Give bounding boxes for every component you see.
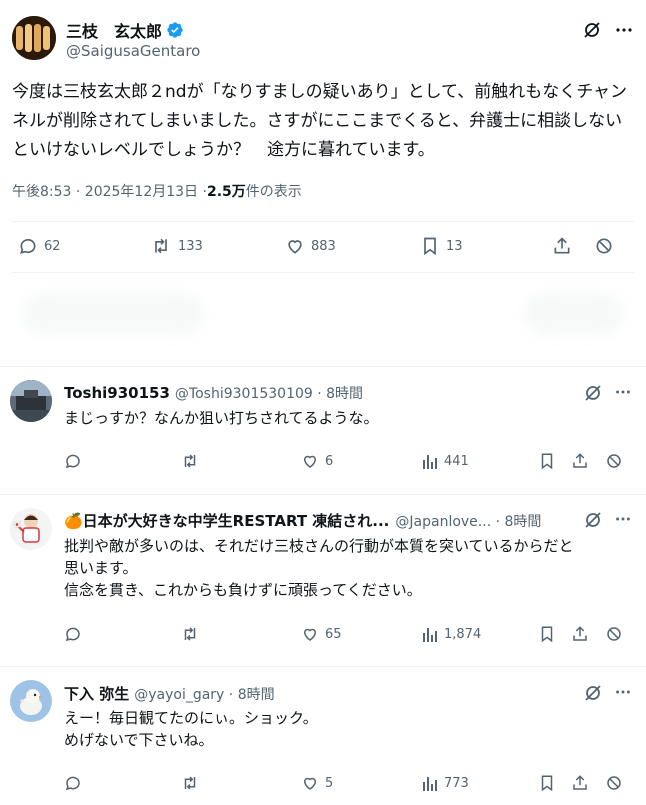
reply-author-handle[interactable]: @Japanlove... · 8時間: [395, 511, 541, 531]
views-button[interactable]: 441: [422, 452, 469, 470]
reply-text-line: めげないで下さいね。: [64, 731, 214, 749]
like-icon: [301, 625, 319, 643]
reply-text-line: 批判や敵が多いのは、それだけ三枝さんの行動が本質を突いているからだと: [64, 537, 574, 555]
reply-avatar[interactable]: [10, 380, 52, 422]
retweet-icon[interactable]: [180, 774, 200, 792]
tweet-timestamp[interactable]: 午後8:53 · 2025年12月13日 ·: [12, 181, 207, 201]
divider: [12, 272, 634, 273]
like-count: 65: [325, 626, 342, 642]
reply-icon[interactable]: [64, 774, 82, 792]
reply-text: まじっすか？なんか狙い打ちされてるような。: [64, 407, 634, 429]
bookmark-count: 13: [446, 238, 463, 254]
reply-avatar[interactable]: [10, 508, 52, 550]
reply-author-name[interactable]: Toshi930153: [64, 384, 170, 402]
reply-text-line: 思います。: [64, 559, 138, 577]
divider: [0, 494, 646, 495]
like-count: 5: [325, 775, 334, 791]
author-avatar[interactable]: [12, 16, 56, 60]
retweet-count: 133: [178, 238, 203, 254]
more-icon[interactable]: [614, 510, 632, 528]
more-icon[interactable]: [614, 683, 632, 701]
bookmark-icon[interactable]: [538, 774, 556, 792]
reply-avatar[interactable]: [10, 680, 52, 722]
bookmark-icon[interactable]: [538, 452, 556, 470]
bookmark-button[interactable]: 13: [420, 236, 463, 256]
like-button[interactable]: 6: [301, 452, 333, 470]
reply-author-handle[interactable]: @yayoi_gary · 8時間: [134, 684, 274, 704]
like-button[interactable]: 883: [285, 236, 336, 256]
retweet-icon[interactable]: [180, 625, 200, 643]
reply-button[interactable]: 62: [18, 236, 61, 256]
reply-author-name[interactable]: 🍊日本が大好きな中学生RESTART 凍結され...: [64, 510, 389, 531]
views-label: 件の表示: [245, 184, 302, 200]
reply-text-line: えー！毎日観てたのにぃ。ショック。: [64, 709, 318, 727]
tweet-text: 今度は三枝玄太郎２ndが「なりすましの疑いあり」として、前触れもなくチャンネルが…: [12, 82, 628, 160]
retweet-icon: [150, 236, 172, 256]
reply-author-name[interactable]: 下入 弥生: [64, 683, 129, 704]
reply-text: 批判や敵が多いのは、それだけ三枝さんの行動が本質を突いているからだと 思います。…: [64, 535, 639, 601]
views-count: 773: [444, 775, 469, 791]
reply-text-line: まじっすか？なんか狙い打ちされてるような。: [64, 409, 379, 427]
share-icon[interactable]: [571, 452, 589, 470]
reply-text: えー！毎日観てたのにぃ。ショック。 めげないで下さいね。: [64, 707, 634, 751]
more-icon[interactable]: [614, 383, 632, 401]
share-icon[interactable]: [571, 774, 589, 792]
share-icon[interactable]: [571, 625, 589, 643]
reply-icon[interactable]: [64, 625, 82, 643]
views-count: 1,874: [444, 626, 482, 642]
author-name[interactable]: 三枝 玄太郎: [66, 18, 162, 42]
grok-icon[interactable]: [583, 510, 603, 530]
like-icon: [285, 236, 305, 256]
retweet-button[interactable]: 133: [150, 236, 203, 256]
like-button[interactable]: 65: [301, 625, 342, 643]
share-icon[interactable]: [552, 236, 572, 256]
bookmark-icon[interactable]: [538, 625, 556, 643]
like-icon: [301, 452, 319, 470]
reply-icon[interactable]: [64, 452, 82, 470]
like-button[interactable]: 5: [301, 774, 333, 792]
block-icon[interactable]: [605, 774, 623, 792]
more-icon[interactable]: [614, 20, 634, 40]
views-icon: [422, 452, 438, 470]
reply-text-line: 信念を貫き、これからも負けずに頑張ってください。: [64, 581, 422, 599]
blurred-placeholder: [524, 293, 624, 335]
reply-count: 62: [44, 238, 61, 254]
blurred-placeholder: [22, 293, 204, 335]
divider: [0, 366, 646, 367]
views-count: 441: [444, 453, 469, 469]
grok-icon[interactable]: [582, 20, 602, 40]
block-icon[interactable]: [594, 236, 614, 256]
views-icon: [422, 774, 438, 792]
grok-icon[interactable]: [583, 383, 603, 403]
like-count: 6: [325, 453, 334, 469]
views-button[interactable]: 773: [422, 774, 469, 792]
block-icon[interactable]: [605, 452, 623, 470]
views-button[interactable]: 1,874: [422, 625, 481, 643]
grok-icon[interactable]: [583, 683, 603, 703]
like-icon: [301, 774, 319, 792]
author-handle[interactable]: @SaigusaGentaro: [66, 42, 200, 60]
retweet-icon[interactable]: [180, 452, 200, 470]
like-count: 883: [311, 238, 336, 254]
reply-icon: [18, 236, 38, 256]
reply-author-handle[interactable]: @Toshi9301530109 · 8時間: [175, 383, 363, 403]
views-icon: [422, 625, 438, 643]
divider: [0, 666, 646, 667]
verified-badge-icon: [166, 21, 184, 39]
views-count: 2.5万: [206, 184, 246, 200]
divider: [12, 221, 634, 222]
tweet-meta: 午後8:53 · 2025年12月13日 · 2.5万 件の表示: [12, 181, 302, 201]
bookmark-icon: [420, 236, 440, 256]
block-icon[interactable]: [605, 625, 623, 643]
